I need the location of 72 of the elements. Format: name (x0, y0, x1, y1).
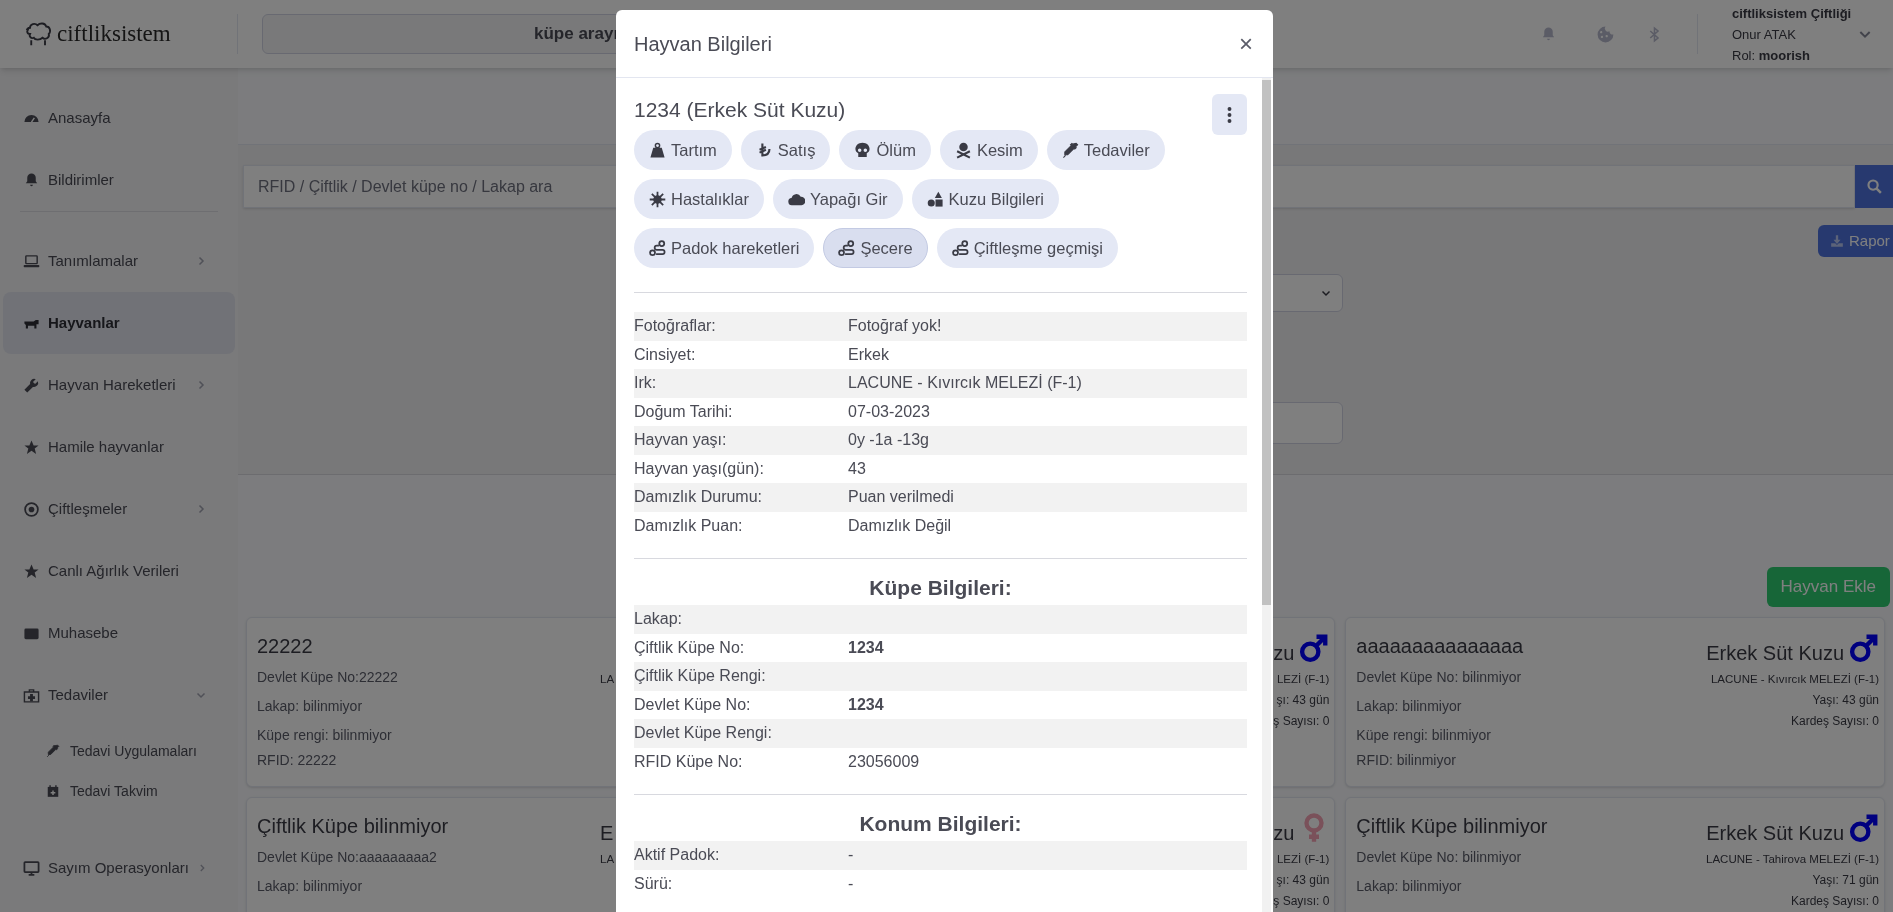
animal-type: E (600, 821, 614, 846)
card-title: Çiftlik Küpe bilinmiyor (1356, 814, 1549, 839)
card-detail: Küpe rengi: bilinmiyor (257, 726, 393, 745)
siblings-text: ş Sayısı: 0 (1273, 893, 1330, 910)
card-detail: Devlet Küpe No:22222 (257, 668, 399, 687)
age-text: şı: 43 gün (1276, 872, 1330, 889)
field-value: Damızlık Değil (848, 515, 952, 536)
animal-type: Erkek Süt Kuzu (1706, 821, 1844, 846)
field-value: Fotoğraf yok! (848, 316, 942, 337)
card-title: aaaaaaaaaaaaaaa (1356, 634, 1525, 659)
siblings-text: Kardeş Sayısı: 0 (1790, 893, 1879, 910)
field-value: 23056009 (848, 751, 920, 772)
field-value: - (848, 845, 854, 866)
field-label: Doğum Tarihi: (634, 401, 734, 422)
animal-type: zu (1273, 821, 1295, 846)
farm-name: ciftliksistem Çiftliği (1732, 4, 1853, 23)
card-title: Çiftlik Küpe bilinmiyor (257, 814, 450, 839)
card-detail: Devlet Küpe No:aaaaaaaaa2 (257, 848, 438, 867)
card-detail: Lakap: bilinmiyor (257, 697, 364, 716)
user-name: Onur ATAK (1732, 25, 1797, 44)
card-detail: Lakap: bilinmiyor (1356, 697, 1463, 716)
field-label: Fotoğraflar: (634, 316, 717, 337)
breed-text: LEZİ (F-1) (1276, 852, 1330, 867)
breed-text: LACUNE - Tahirova MELEZİ (F-1) (1706, 852, 1879, 867)
field-label: Sürü: (634, 873, 674, 894)
field-value: 07-03-2023 (848, 401, 930, 422)
field-value: 43 (848, 458, 866, 479)
modal-title: Hayvan Bilgileri (634, 31, 772, 57)
age-text: Yaşı: 71 gün (1812, 872, 1879, 889)
card-detail: RFID: 22222 (257, 751, 338, 770)
card-detail: Küpe rengi: bilinmiyor (1356, 726, 1492, 745)
breed-text: LEZİ (F-1) (1276, 672, 1330, 687)
field-value: LACUNE - Kıvırcık MELEZİ (F-1) (848, 373, 1082, 394)
card-detail: Lakap: bilinmiyor (257, 877, 364, 896)
field-label: Hayvan yaşı: (634, 430, 728, 451)
field-label: Aktif Padok: (634, 845, 721, 866)
breed-text: LACUNE - Kıvırcık MELEZİ (F-1) (1710, 672, 1879, 687)
field-value: 1234 (848, 694, 884, 715)
field-label: Damızlık Durumu: (634, 487, 764, 508)
field-label: Devlet Küpe Rengi: (634, 723, 773, 744)
breed-text: LA (600, 672, 615, 687)
siblings-text: Kardeş Sayısı: 0 (1790, 713, 1879, 730)
logo-text: ciftliksistem (57, 19, 171, 48)
card-detail: RFID: bilinmiyor (1356, 751, 1457, 770)
field-value: Puan verilmedi (848, 487, 954, 508)
section-heading: Konum Bilgileri: (858, 811, 1023, 837)
field-label: Irk: (634, 373, 658, 394)
card-detail: Devlet Küpe No: bilinmiyor (1356, 668, 1523, 687)
field-label: Çiftlik Küpe No: (634, 637, 746, 658)
field-value: 1234 (848, 637, 884, 658)
field-value: - (848, 873, 854, 894)
siblings-text: ş Sayısı: 0 (1273, 713, 1330, 730)
field-label: Cinsiyet: (634, 344, 697, 365)
field-label: Hayvan yaşı(gün): (634, 458, 765, 479)
breed-text: LA (600, 852, 615, 867)
age-text: şı: 43 gün (1276, 692, 1330, 709)
field-label: RFID Küpe No: (634, 751, 744, 772)
animal-heading: 1234 (Erkek Süt Kuzu) (634, 97, 846, 123)
field-label: Çiftlik Küpe Rengi: (634, 666, 767, 687)
animal-type: Erkek Süt Kuzu (1706, 641, 1844, 666)
field-label: Devlet Küpe No: (634, 694, 752, 715)
field-label: Lakap: (634, 609, 684, 630)
age-text: Yaşı: 43 gün (1812, 692, 1879, 709)
card-detail: Devlet Küpe No: bilinmiyor (1356, 848, 1523, 867)
card-title: 22222 (257, 634, 314, 659)
field-value: 0y -1a -13g (848, 430, 929, 451)
field-value: Erkek (848, 344, 889, 365)
animal-type: zu (1273, 641, 1295, 666)
field-label: Damızlık Puan: (634, 515, 744, 536)
section-heading: Küpe Bilgileri: (868, 575, 1013, 601)
role-text: Rol: moorish (1732, 46, 1812, 65)
card-detail: Lakap: bilinmiyor (1356, 877, 1463, 896)
